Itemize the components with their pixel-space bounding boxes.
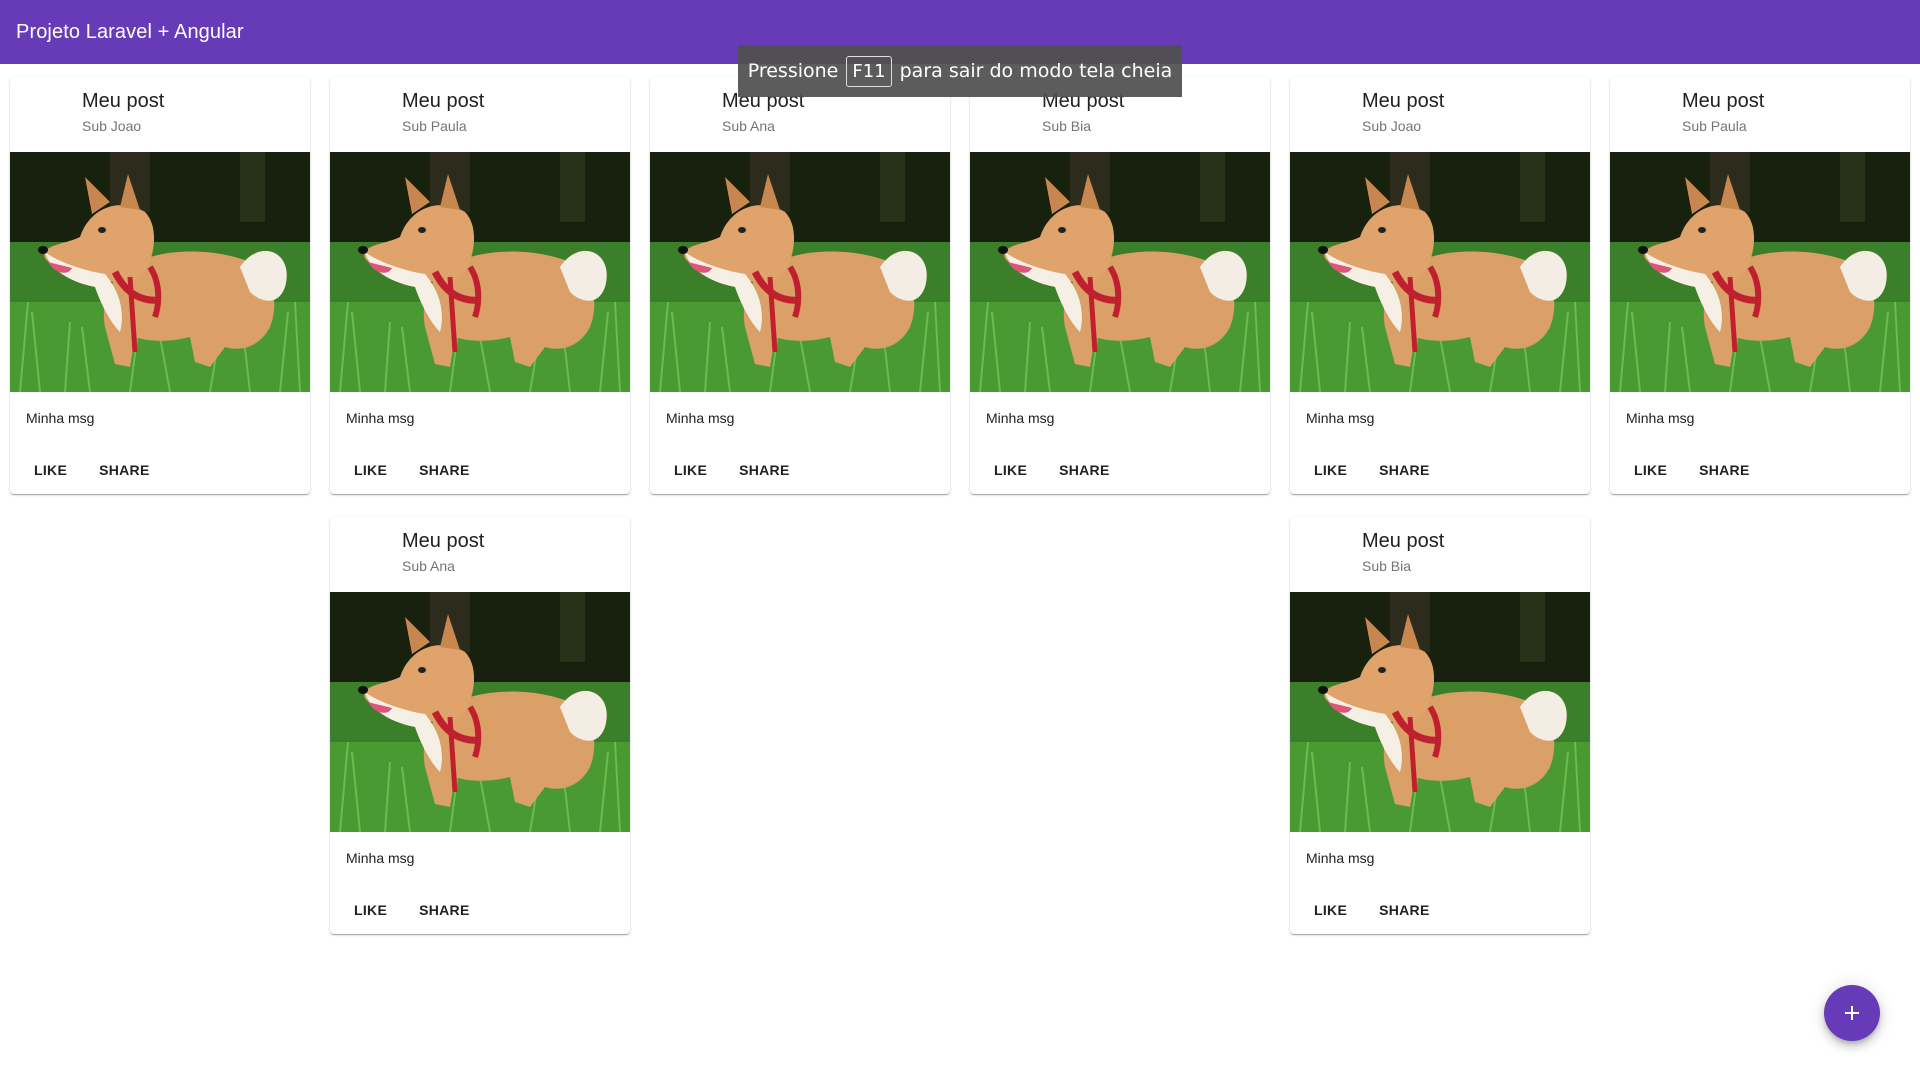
like-button[interactable]: LIKE	[1618, 452, 1683, 488]
post-title: Meu post	[1682, 90, 1765, 112]
post-card: Meu post Sub Paula Minha msg LIKE SHARE	[330, 76, 630, 494]
fullscreen-notice: Pressione F11 para sair do modo tela che…	[738, 45, 1182, 97]
post-subtitle: Sub Ana	[402, 558, 455, 574]
post-subtitle: Sub Joao	[1362, 118, 1422, 134]
post-subtitle: Sub Paula	[402, 118, 467, 134]
add-post-button[interactable]	[1824, 985, 1880, 1041]
post-actions: LIKE SHARE	[1618, 452, 1766, 488]
post-actions: LIKE SHARE	[1298, 892, 1446, 928]
post-card: Meu post Sub Bia Minha msg LIKE SHARE	[1290, 516, 1590, 934]
post-message: Minha msg	[346, 410, 415, 426]
post-image	[970, 152, 1270, 392]
post-message: Minha msg	[346, 850, 415, 866]
share-button[interactable]: SHARE	[1363, 892, 1446, 928]
post-actions: LIKE SHARE	[1298, 452, 1446, 488]
post-actions: LIKE SHARE	[658, 452, 806, 488]
like-button[interactable]: LIKE	[978, 452, 1043, 488]
post-subtitle: Sub Paula	[1682, 118, 1747, 134]
post-title: Meu post	[1362, 530, 1445, 552]
post-image	[1290, 592, 1590, 832]
post-image	[10, 152, 310, 392]
post-card: Meu post Sub Paula Minha msg LIKE SHARE	[1610, 76, 1910, 494]
post-card: Meu post Sub Joao Minha msg LIKE SHARE	[10, 76, 310, 494]
share-button[interactable]: SHARE	[403, 452, 486, 488]
post-card: Meu post Sub Joao Minha msg LIKE SHARE	[1290, 76, 1590, 494]
post-title: Meu post	[402, 530, 485, 552]
like-button[interactable]: LIKE	[18, 452, 83, 488]
share-button[interactable]: SHARE	[723, 452, 806, 488]
fullscreen-notice-after: para sair do modo tela cheia	[899, 60, 1173, 82]
app-title: Projeto Laravel + Angular	[16, 20, 244, 43]
fullscreen-key-badge: F11	[846, 55, 892, 87]
post-message: Minha msg	[1306, 410, 1375, 426]
like-button[interactable]: LIKE	[1298, 452, 1363, 488]
share-button[interactable]: SHARE	[403, 892, 486, 928]
fullscreen-notice-before: Pressione	[747, 60, 839, 82]
share-button[interactable]: SHARE	[1363, 452, 1446, 488]
post-image	[1290, 152, 1590, 392]
share-button[interactable]: SHARE	[83, 452, 166, 488]
post-image	[330, 592, 630, 832]
post-message: Minha msg	[26, 410, 95, 426]
post-card: Meu post Sub Ana Minha msg LIKE SHARE	[330, 516, 630, 934]
post-subtitle: Sub Joao	[82, 118, 142, 134]
like-button[interactable]: LIKE	[1298, 892, 1363, 928]
like-button[interactable]: LIKE	[658, 452, 723, 488]
post-card: Meu post Sub Bia Minha msg LIKE SHARE	[970, 76, 1270, 494]
post-actions: LIKE SHARE	[18, 452, 166, 488]
post-actions: LIKE SHARE	[978, 452, 1126, 488]
post-subtitle: Sub Bia	[1362, 558, 1412, 574]
like-button[interactable]: LIKE	[338, 892, 403, 928]
share-button[interactable]: SHARE	[1043, 452, 1126, 488]
post-title: Meu post	[402, 90, 485, 112]
post-actions: LIKE SHARE	[338, 892, 486, 928]
post-message: Minha msg	[1626, 410, 1695, 426]
like-button[interactable]: LIKE	[338, 452, 403, 488]
post-message: Minha msg	[666, 410, 735, 426]
post-subtitle: Sub Ana	[722, 118, 775, 134]
add-icon	[1840, 1001, 1864, 1025]
post-image	[330, 152, 630, 392]
post-card: Meu post Sub Ana Minha msg LIKE SHARE	[650, 76, 950, 494]
post-title: Meu post	[82, 90, 165, 112]
post-image	[1610, 152, 1910, 392]
post-subtitle: Sub Bia	[1042, 118, 1092, 134]
post-actions: LIKE SHARE	[338, 452, 486, 488]
post-message: Minha msg	[986, 410, 1055, 426]
post-message: Minha msg	[1306, 850, 1375, 866]
share-button[interactable]: SHARE	[1683, 452, 1766, 488]
post-title: Meu post	[1362, 90, 1445, 112]
post-image	[650, 152, 950, 392]
